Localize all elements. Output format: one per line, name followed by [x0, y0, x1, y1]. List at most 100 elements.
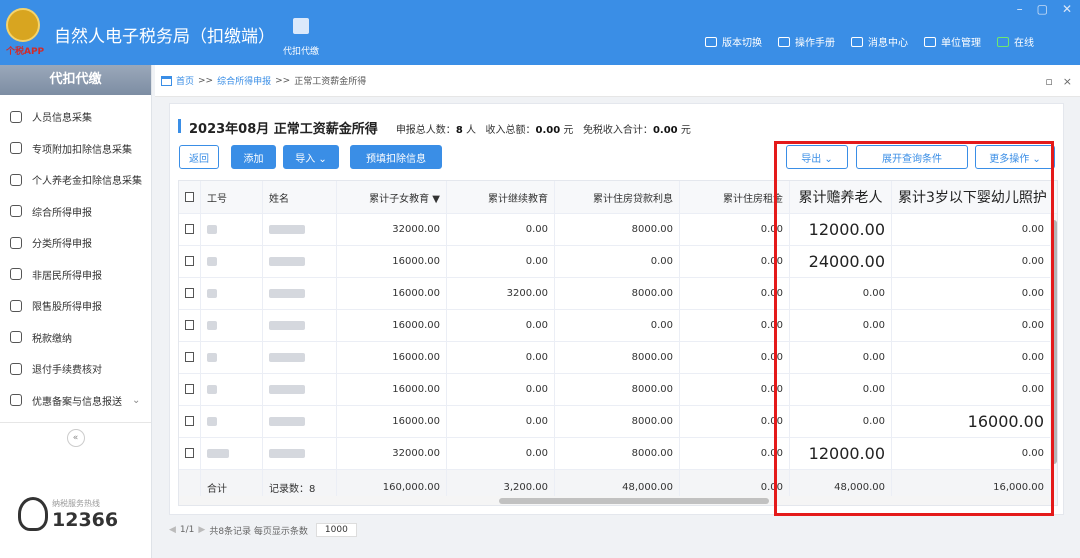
header-cell[interactable]: 累计住房租金 [680, 181, 790, 213]
table-row[interactable]: 16000.00 3200.00 8000.00 0.00 0.00 0.00 [179, 278, 1057, 310]
cell-loan: 0.00 [555, 310, 680, 341]
cell-infant: 16000.00 [892, 406, 1057, 437]
header-cell[interactable]: 累计3岁以下婴幼儿照护 [892, 181, 1057, 213]
sidebar-item-preferential-filing[interactable]: 优惠备案与信息报送 ⌄ [0, 385, 151, 417]
hotline-number: 12366 [52, 508, 119, 531]
cell-employee-id [201, 246, 263, 277]
cell-loan: 8000.00 [555, 342, 680, 373]
row-checkbox[interactable] [185, 448, 194, 459]
row-checkbox[interactable] [185, 288, 194, 299]
row-select-cell[interactable] [179, 278, 201, 309]
row-checkbox[interactable] [185, 416, 194, 427]
cell-child-edu: 16000.00 [337, 374, 447, 405]
nav-online-status[interactable]: 在线 [997, 34, 1034, 49]
table-row[interactable]: 32000.00 0.00 8000.00 0.00 12000.00 0.00 [179, 438, 1057, 470]
sidebar-item-pension[interactable]: 个人养老金扣除信息采集 [0, 164, 151, 196]
breadcrumb-home[interactable]: 首页 [176, 74, 194, 87]
cell-infant: 0.00 [892, 310, 1057, 341]
close-button[interactable]: ✕ [1062, 2, 1072, 16]
vertical-scrollbar[interactable] [1050, 214, 1057, 470]
prefill-deduction-button[interactable]: 预填扣除信息 [350, 145, 442, 169]
mail-icon [851, 36, 863, 47]
header-cell[interactable]: 累计赡养老人 [790, 181, 892, 213]
export-button[interactable]: 导出 ⌄ [786, 145, 848, 169]
redacted-block [269, 448, 305, 458]
sidebar-item-personnel[interactable]: 人员信息采集 [0, 101, 151, 133]
table-row[interactable]: 16000.00 0.00 8000.00 0.00 0.00 0.00 [179, 374, 1057, 406]
deduct-tab[interactable]: 代扣代缴 [276, 18, 326, 65]
prev-page-button[interactable]: ◀ [169, 525, 176, 535]
sidebar-item-classified[interactable]: 分类所得申报 [0, 227, 151, 259]
row-select-cell[interactable] [179, 406, 201, 437]
row-checkbox[interactable] [185, 384, 194, 395]
nav-message-center[interactable]: 消息中心 [851, 34, 908, 49]
more-actions-button[interactable]: 更多操作 ⌄ [975, 145, 1055, 169]
back-button[interactable]: 返回 [179, 145, 219, 169]
sidebar-item-label: 退付手续费核对 [32, 365, 102, 377]
page-size-input[interactable]: 1000 [315, 523, 357, 537]
row-select-cell[interactable] [179, 342, 201, 373]
table-row[interactable]: 16000.00 0.00 0.00 0.00 24000.00 0.00 [179, 246, 1057, 278]
row-select-cell[interactable] [179, 374, 201, 405]
sidebar-item-label: 综合所得申报 [32, 207, 92, 219]
row-checkbox[interactable] [185, 256, 194, 267]
sidebar-item-label: 税款缴纳 [32, 333, 72, 345]
home-icon [161, 75, 172, 86]
horizontal-scroll-thumb[interactable] [499, 498, 769, 504]
breadcrumb-parent[interactable]: 综合所得申报 [217, 74, 271, 87]
table-row[interactable]: 32000.00 0.00 8000.00 0.00 12000.00 0.00 [179, 214, 1057, 246]
header-cell[interactable]: 累计住房贷款利息 [555, 181, 680, 213]
close-tab-button[interactable]: × [1063, 75, 1072, 88]
row-checkbox[interactable] [185, 320, 194, 331]
redacted-block [207, 448, 229, 458]
stats-income-label: 收入总额： [485, 125, 536, 136]
select-all-checkbox[interactable] [185, 192, 194, 202]
sidebar-item-restricted-stock[interactable]: 限售股所得申报 [0, 290, 151, 322]
window-controls: – ▢ ✕ [1017, 2, 1072, 16]
sidebar-item-special-deduction[interactable]: 专项附加扣除信息采集 [0, 133, 151, 165]
sidebar-collapse-button[interactable]: « [66, 429, 85, 447]
select-all-cell[interactable] [179, 181, 201, 213]
cell-elder: 0.00 [790, 278, 892, 309]
nav-unit-management[interactable]: 单位管理 [924, 34, 981, 49]
header-cell[interactable]: 工号 [201, 181, 263, 213]
row-select-cell[interactable] [179, 310, 201, 341]
horizontal-scrollbar[interactable] [179, 496, 1049, 505]
sidebar-item-comprehensive[interactable]: 综合所得申报 [0, 196, 151, 228]
sidebar-item-label: 个人养老金扣除信息采集 [32, 176, 142, 188]
row-select-cell[interactable] [179, 438, 201, 469]
row-select-cell[interactable] [179, 246, 201, 277]
expand-query-button[interactable]: 展开查询条件 [856, 145, 968, 169]
row-checkbox[interactable] [185, 352, 194, 363]
import-button[interactable]: 导入 ⌄ [283, 145, 339, 169]
table-row[interactable]: 16000.00 0.00 8000.00 0.00 0.00 0.00 [179, 342, 1057, 374]
header-cell[interactable]: 累计继续教育 [447, 181, 555, 213]
cell-loan: 8000.00 [555, 278, 680, 309]
header-cell-sorted[interactable]: 累计子女教育 ▼ [337, 181, 447, 213]
add-button[interactable]: 添加 [231, 145, 276, 169]
cell-loan: 0.00 [555, 246, 680, 277]
hotline-logo-icon [18, 497, 48, 531]
row-checkbox[interactable] [185, 224, 194, 235]
maximize-button[interactable]: ▢ [1037, 2, 1048, 16]
minimize-button[interactable]: – [1017, 2, 1023, 16]
cell-infant: 0.00 [892, 374, 1057, 405]
sidebar-item-refund-check[interactable]: 退付手续费核对 [0, 353, 151, 385]
sidebar-item-tax-payment[interactable]: 税款缴纳 [0, 322, 151, 354]
row-select-cell[interactable] [179, 214, 201, 245]
vertical-scroll-thumb[interactable] [1051, 220, 1057, 464]
next-page-button[interactable]: ▶ [198, 525, 205, 535]
table-row[interactable]: 16000.00 0.00 0.00 0.00 0.00 0.00 [179, 310, 1057, 342]
sidebar-item-nonresident[interactable]: 非居民所得申报 [0, 259, 151, 291]
cell-rent: 0.00 [680, 374, 790, 405]
cell-employee-name [263, 438, 337, 469]
deduct-tab-icon [293, 18, 309, 34]
nav-label: 单位管理 [941, 38, 981, 49]
nav-version-switch[interactable]: 版本切换 [705, 34, 762, 49]
header-cell[interactable]: 姓名 [263, 181, 337, 213]
cell-employee-name [263, 374, 337, 405]
restore-tab-button[interactable]: ▫ [1045, 75, 1052, 88]
table-row[interactable]: 16000.00 0.00 8000.00 0.00 0.00 16000.00 [179, 406, 1057, 438]
summary-stats: 申报总人数：8 人 收入总额：0.00 元 免税收入合计：0.00 元 [396, 121, 691, 136]
nav-manual[interactable]: 操作手册 [778, 34, 835, 49]
